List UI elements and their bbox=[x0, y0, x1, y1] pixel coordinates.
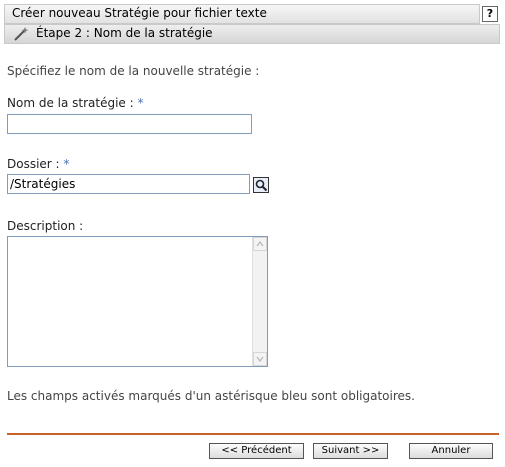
policy-name-input[interactable] bbox=[7, 114, 252, 134]
wizard-wand-icon bbox=[13, 26, 29, 42]
required-fields-note: Les champs activés marqués d'un astérisq… bbox=[7, 389, 415, 403]
cancel-button[interactable]: Annuler bbox=[409, 443, 493, 459]
name-label: Nom de la stratégie : * bbox=[7, 96, 144, 110]
scroll-up-button[interactable] bbox=[253, 237, 267, 251]
dialog-title: Créer nouveau Stratégie pour fichier tex… bbox=[12, 6, 267, 20]
description-label: Description : bbox=[7, 219, 84, 233]
search-icon[interactable] bbox=[253, 177, 269, 193]
back-button[interactable]: << Précédent bbox=[209, 443, 304, 459]
next-button[interactable]: Suivant >> bbox=[313, 443, 388, 459]
step-header: Étape 2 : Nom de la stratégie bbox=[4, 24, 500, 44]
name-label-text: Nom de la stratégie : bbox=[7, 96, 134, 110]
help-button[interactable]: ? bbox=[482, 6, 498, 22]
folder-label: Dossier : * bbox=[7, 157, 69, 171]
chevron-up-icon bbox=[256, 240, 264, 247]
description-scrollbar[interactable] bbox=[252, 237, 267, 366]
folder-input[interactable] bbox=[7, 174, 250, 194]
description-textarea[interactable] bbox=[7, 236, 268, 367]
scroll-down-button[interactable] bbox=[253, 352, 267, 366]
chevron-down-icon bbox=[256, 356, 264, 363]
step-title: Étape 2 : Nom de la stratégie bbox=[36, 26, 213, 40]
dialog-title-bar: Créer nouveau Stratégie pour fichier tex… bbox=[4, 4, 480, 24]
required-marker: * bbox=[137, 96, 144, 110]
footer-divider bbox=[7, 433, 499, 435]
required-marker: * bbox=[63, 157, 70, 171]
folder-label-text: Dossier : bbox=[7, 157, 60, 171]
intro-text: Spécifiez le nom de la nouvelle stratégi… bbox=[7, 64, 260, 78]
